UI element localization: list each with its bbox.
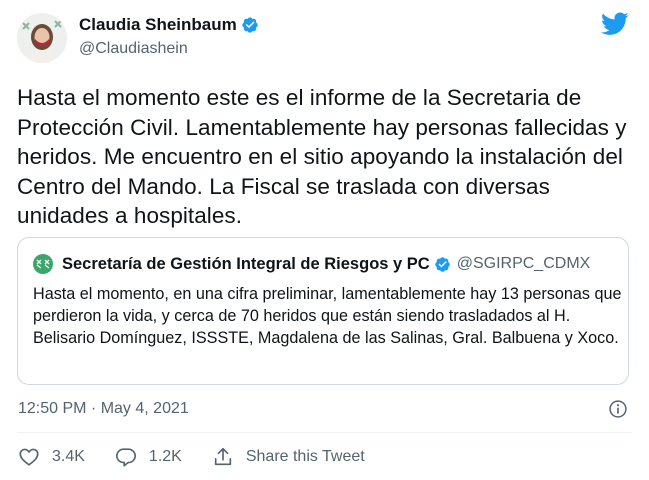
like-count: 3.4K — [52, 448, 85, 465]
quoted-tweet[interactable]: Secretaría de Gestión Integral de Riesgo… — [17, 237, 629, 385]
tweet-actions: 3.4K 1.2K Share this Tweet — [18, 446, 365, 468]
reply-icon — [115, 448, 136, 467]
author-handle[interactable]: @Claudiashein — [79, 40, 259, 58]
share-button[interactable]: Share this Tweet — [212, 446, 365, 468]
quoted-avatar — [33, 254, 53, 274]
share-label: Share this Tweet — [245, 448, 365, 465]
quoted-author-handle: @SGIRPC_CDMX — [456, 255, 591, 272]
info-icon[interactable] — [608, 399, 628, 419]
reply-button[interactable]: 1.2K — [115, 446, 182, 468]
divider — [17, 432, 632, 433]
author-avatar[interactable] — [17, 13, 67, 63]
author-name[interactable]: Claudia Sheinbaum — [79, 15, 237, 35]
verified-badge-icon — [242, 17, 258, 33]
quoted-tweet-text: Hasta el momento, en una cifra prelimina… — [33, 285, 622, 347]
twitter-bird-icon[interactable] — [601, 12, 629, 36]
author-name-row[interactable]: Claudia Sheinbaum — [79, 15, 259, 35]
author-block: Claudia Sheinbaum @Claudiashein — [79, 15, 259, 58]
tweet-card: Claudia Sheinbaum @Claudiashein Hasta el… — [0, 0, 649, 480]
heart-icon — [19, 448, 39, 466]
share-icon — [214, 447, 232, 466]
like-button[interactable]: 3.4K — [18, 446, 85, 468]
verified-badge-icon — [434, 256, 450, 272]
tweet-timestamp[interactable]: 12:50 PM · May 4, 2021 — [18, 400, 189, 418]
reply-count: 1.2K — [148, 448, 182, 465]
quoted-tweet-header: Secretaría de Gestión Integral de Riesgo… — [33, 254, 590, 274]
quoted-author-name: Secretaría de Gestión Integral de Riesgo… — [62, 254, 430, 273]
tweet-text: Hasta el momento este es el informe de l… — [17, 85, 627, 228]
